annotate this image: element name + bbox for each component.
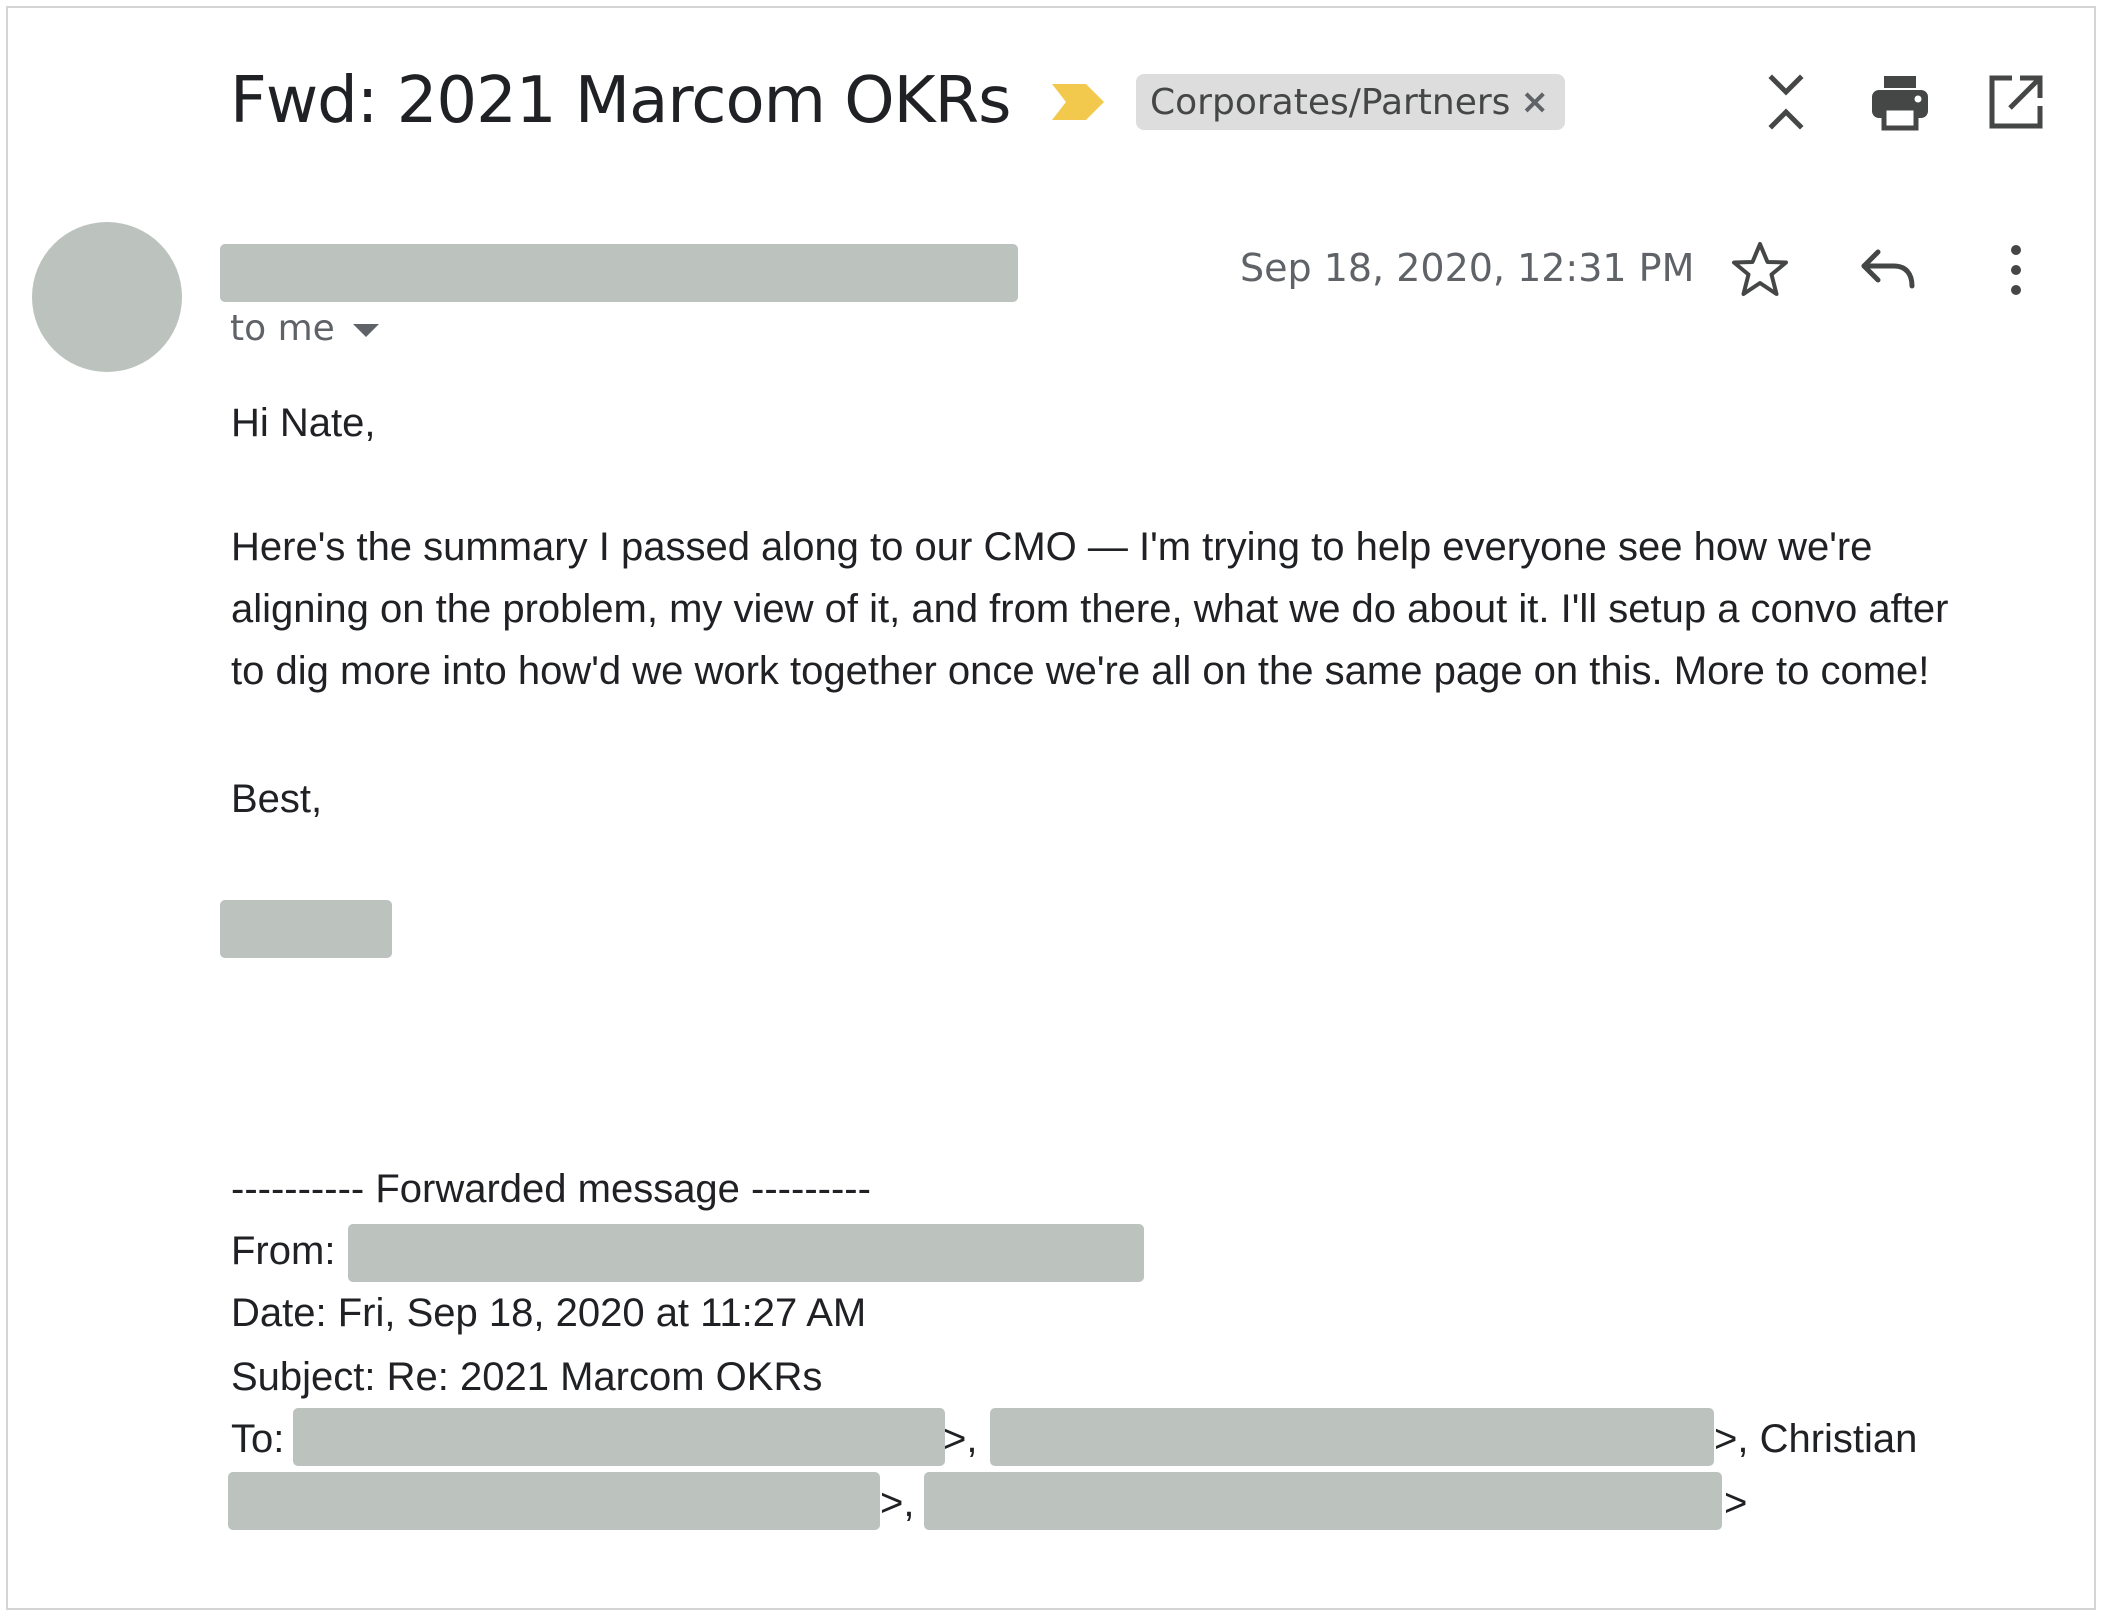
body-paragraph: Here's the summary I passed along to our… xyxy=(231,516,2051,702)
signature-redacted xyxy=(220,900,392,958)
recipient-separator: >, xyxy=(880,1481,915,1525)
sender-avatar[interactable] xyxy=(32,222,182,372)
forwarded-to-label: To: xyxy=(231,1417,285,1461)
remove-label-icon[interactable]: × xyxy=(1520,82,1549,122)
recipient-redacted xyxy=(990,1408,1714,1466)
more-vert-icon[interactable] xyxy=(1984,238,2048,302)
forwarded-subject: Subject: Re: 2021 Marcom OKRs xyxy=(231,1355,823,1399)
greeting: Hi Nate, xyxy=(231,401,376,445)
star-icon[interactable] xyxy=(1728,238,1792,302)
label-chip: Corporates/Partners × xyxy=(1136,74,1565,130)
forwarded-divider: ---------- Forwarded message --------- xyxy=(231,1167,871,1211)
chevron-down-icon xyxy=(352,324,379,337)
recipient-redacted xyxy=(924,1472,1722,1530)
message-date: Sep 18, 2020, 12:31 PM xyxy=(1240,246,1695,290)
email-subject: Fwd: 2021 Marcom OKRs xyxy=(230,64,1011,138)
open-in-new-window-icon[interactable] xyxy=(1984,70,2048,134)
recipient-redacted xyxy=(293,1408,945,1466)
forwarded-from-label: From: xyxy=(231,1229,336,1273)
expand-collapse-icon[interactable] xyxy=(1754,70,1818,134)
paragraph-line: Here's the summary I passed along to our… xyxy=(231,525,1873,569)
importance-marker-icon[interactable] xyxy=(1052,82,1104,122)
label-chip-text: Corporates/Partners xyxy=(1150,81,1511,123)
recipient-separator-end: > xyxy=(1724,1481,1748,1525)
recipient-details-toggle[interactable]: to me xyxy=(230,308,379,349)
recipient-redacted xyxy=(228,1472,880,1530)
signoff: Best, xyxy=(231,777,323,821)
paragraph-line: aligning on the problem, my view of it, … xyxy=(231,587,1949,631)
recipient-separator: >, xyxy=(943,1417,978,1461)
print-icon[interactable] xyxy=(1868,70,1932,134)
recipient-separator-christian: >, Christian xyxy=(1714,1417,1918,1461)
reply-icon[interactable] xyxy=(1856,238,1920,302)
paragraph-line: to dig more into how'd we work together … xyxy=(231,649,1930,693)
recipient-line: to me xyxy=(230,308,335,349)
forwarded-from-redacted xyxy=(348,1224,1144,1282)
forwarded-date: Date: Fri, Sep 18, 2020 at 11:27 AM xyxy=(231,1291,867,1335)
sender-name-redacted xyxy=(220,244,1018,302)
